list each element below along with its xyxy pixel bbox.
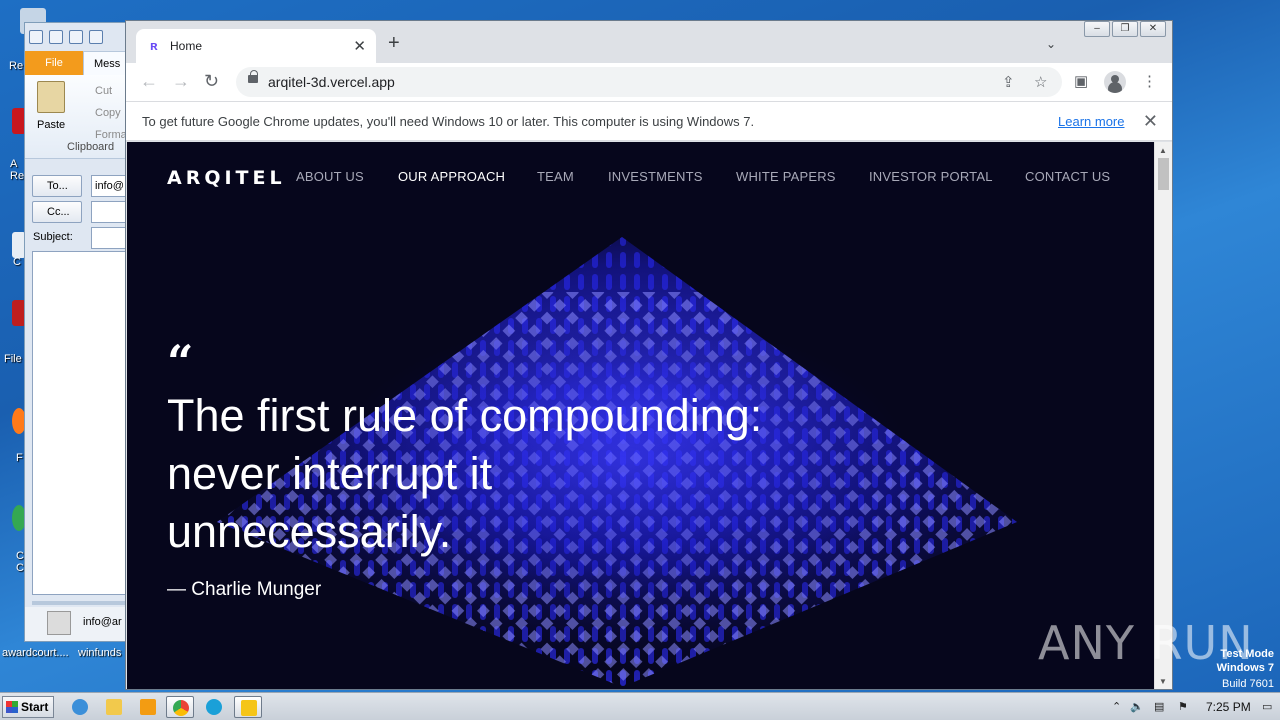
desktop-icon-label: F	[16, 452, 23, 464]
os-label: Windows 7	[1216, 662, 1274, 674]
volume-icon[interactable]: 🔈	[1130, 700, 1144, 713]
cut-button[interactable]: Cut	[95, 85, 112, 97]
outlook-compose-window[interactable]: File Mess Paste Cut Copy Forma Clipboard…	[24, 22, 128, 642]
new-tab-icon[interactable]: +	[388, 33, 400, 53]
infobar-message: To get future Google Chrome updates, you…	[142, 114, 755, 129]
url-text[interactable]: arqitel-3d.vercel.app	[268, 74, 395, 90]
subject-field[interactable]	[91, 227, 127, 249]
desktop-icon-label: C C	[16, 550, 24, 574]
arqitel-logo[interactable]: ARQITEL	[167, 167, 286, 189]
divider	[32, 601, 127, 605]
action-center-flag-icon[interactable]: ⚑	[1178, 700, 1188, 713]
desktop-file-label[interactable]: winfunds	[78, 647, 121, 659]
avatar	[47, 611, 71, 635]
file-tab[interactable]: File	[25, 51, 83, 75]
nav-investor-portal[interactable]: INVESTOR PORTAL	[869, 169, 993, 184]
tab-title: Home	[170, 39, 203, 53]
side-panel-icon[interactable]: ▣	[1074, 72, 1088, 90]
start-button[interactable]: Start	[2, 696, 54, 718]
network-icon[interactable]: ▤	[1154, 700, 1164, 713]
desktop-file-label[interactable]: awardcourt....	[2, 647, 69, 659]
message-body[interactable]	[32, 251, 127, 595]
cc-button[interactable]: Cc...	[32, 201, 82, 223]
taskbar-media-player-icon[interactable]	[134, 696, 162, 718]
site-favicon-icon: ʀ	[150, 38, 158, 53]
close-window-button[interactable]: ✕	[1140, 21, 1166, 37]
desktop-icon-label: File	[4, 353, 22, 365]
cc-field[interactable]	[91, 201, 127, 223]
taskbar-chrome-icon[interactable]	[166, 696, 194, 718]
paste-icon[interactable]	[37, 81, 65, 113]
to-button[interactable]: To...	[32, 175, 82, 197]
chrome-window: – ❐ ✕ ʀ Home ✕ + ⌄ ← → ↻ arqitel-3d.verc…	[125, 20, 1173, 690]
back-icon[interactable]: ←	[140, 71, 158, 91]
tab-search-chevron-icon[interactable]: ⌄	[1046, 37, 1062, 51]
minimize-button[interactable]: –	[1084, 21, 1110, 37]
taskbar-outlook-icon[interactable]	[234, 696, 262, 718]
build-label: Build 7601	[1222, 678, 1274, 690]
people-pane: info@ar	[25, 607, 127, 641]
bookmark-star-icon[interactable]: ☆	[1034, 73, 1047, 91]
quote-author: — Charlie Munger	[167, 579, 322, 600]
desktop-icon-label: A Re	[10, 158, 25, 182]
reload-icon[interactable]: ↻	[204, 71, 219, 91]
save-icon[interactable]	[49, 30, 63, 44]
copy-button[interactable]: Copy	[95, 107, 121, 119]
scroll-down-arrow-icon[interactable]: ▼	[1159, 677, 1167, 686]
redo-icon[interactable]	[89, 30, 103, 44]
taskbar-ie-icon[interactable]	[66, 696, 94, 718]
scroll-up-arrow-icon[interactable]: ▲	[1159, 146, 1167, 155]
infobar-close-icon[interactable]: ✕	[1143, 111, 1158, 132]
hero-quote: The first rule of compounding: never int…	[167, 390, 763, 557]
scroll-thumb[interactable]	[1158, 158, 1169, 190]
nav-investments[interactable]: INVESTMENTS	[608, 169, 703, 184]
learn-more-link[interactable]: Learn more	[1058, 114, 1124, 129]
clipboard-group-label: Clipboard	[67, 141, 115, 153]
desktop-icon-label: Re	[9, 60, 24, 72]
web-page: ARQITEL ABOUT US OUR APPROACH TEAM INVES…	[127, 142, 1154, 689]
tray-expand-icon[interactable]: ⌃	[1112, 700, 1121, 713]
nav-about-us[interactable]: ABOUT US	[296, 169, 364, 184]
close-tab-icon[interactable]: ✕	[353, 37, 366, 55]
outlook-app-icon	[29, 30, 43, 44]
quote-mark: “	[167, 335, 194, 389]
lock-icon[interactable]	[248, 70, 258, 83]
update-infobar: To get future Google Chrome updates, you…	[126, 101, 1172, 141]
subject-label: Subject:	[33, 231, 73, 243]
undo-icon[interactable]	[69, 30, 83, 44]
paste-button[interactable]: Paste	[37, 119, 65, 131]
browser-toolbar: ← → ↻ arqitel-3d.vercel.app ⇪ ☆ ▣ ⋮	[126, 63, 1172, 101]
window-controls: – ❐ ✕	[1084, 21, 1166, 37]
clock[interactable]: 7:25 PM	[1206, 700, 1251, 714]
page-scrollbar[interactable]: ▲ ▼	[1154, 142, 1172, 689]
message-tab[interactable]: Mess	[83, 51, 127, 75]
tab-home[interactable]: ʀ Home ✕	[136, 29, 376, 63]
format-painter-button[interactable]: Forma	[95, 129, 127, 141]
nav-our-approach[interactable]: OUR APPROACH	[398, 169, 505, 184]
menu-kebab-icon[interactable]: ⋮	[1142, 72, 1157, 90]
to-field[interactable]: info@	[91, 175, 127, 197]
people-pane-address: info@ar	[83, 616, 122, 628]
taskbar-edge-icon[interactable]	[200, 696, 228, 718]
profile-avatar-icon[interactable]	[1104, 71, 1126, 93]
forward-icon[interactable]: →	[172, 71, 190, 91]
taskbar: Start ⌃ 🔈 ▤ ⚑ 7:25 PM ▭	[0, 692, 1280, 720]
taskbar-explorer-icon[interactable]	[100, 696, 128, 718]
share-icon[interactable]: ⇪	[1002, 73, 1015, 91]
desktop-icon-label: C	[13, 256, 21, 268]
show-desktop-icon[interactable]: ▭	[1262, 700, 1272, 713]
test-mode-label: Test Mode	[1220, 648, 1274, 660]
ribbon: Paste Cut Copy Forma Clipboard	[25, 75, 127, 159]
nav-contact-us[interactable]: CONTACT US	[1025, 169, 1110, 184]
address-bar[interactable]: arqitel-3d.vercel.app ⇪ ☆	[236, 67, 1062, 97]
nav-team[interactable]: TEAM	[537, 169, 574, 184]
quick-access-toolbar	[25, 23, 127, 51]
restore-button[interactable]: ❐	[1112, 21, 1138, 37]
nav-white-papers[interactable]: WHITE PAPERS	[736, 169, 836, 184]
